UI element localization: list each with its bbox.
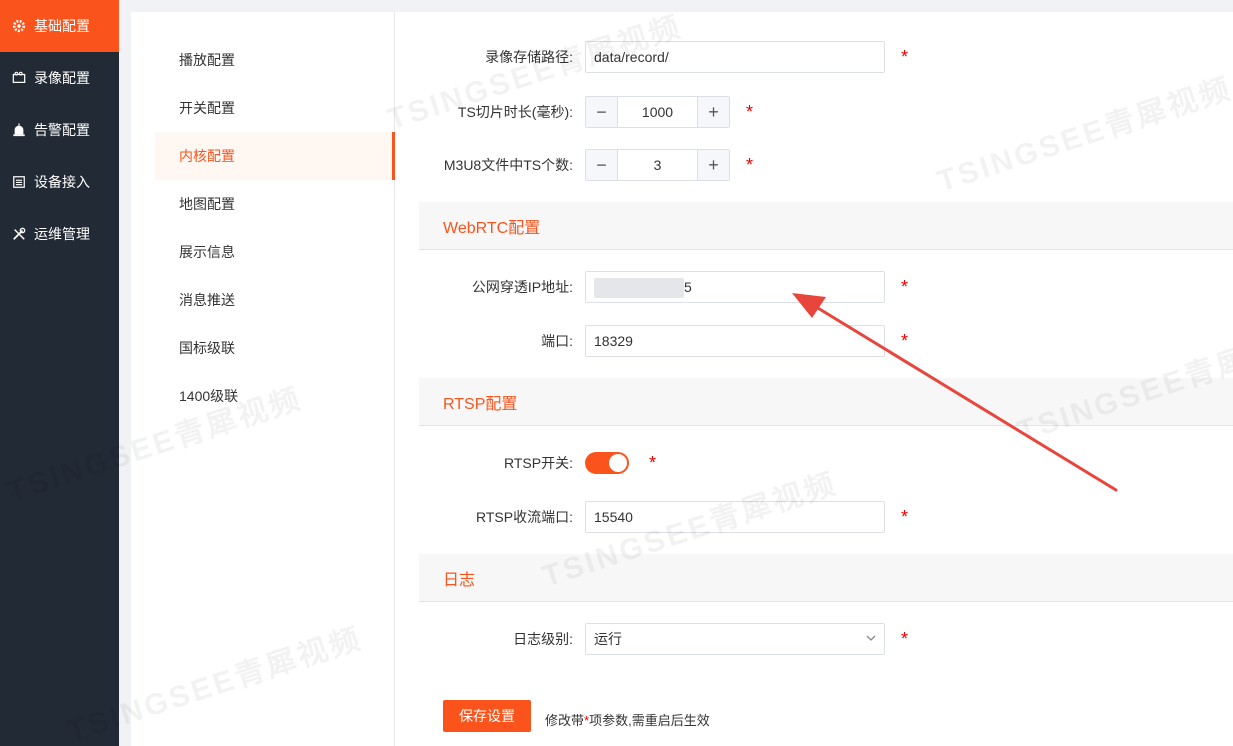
m3u8-count-row: M3U8文件中TS个数: − 3 + * — [419, 149, 1233, 181]
rtsp-port-label: RTSP收流端口: — [476, 509, 573, 525]
redacted-ip-mask — [594, 278, 684, 298]
rtsp-toggle[interactable] — [585, 452, 629, 474]
rtsp-switch-row: RTSP开关: * — [419, 447, 1233, 479]
sidebar-item-label: 告警配置 — [34, 122, 90, 138]
required-mark: * — [746, 102, 754, 122]
ts-duration-input[interactable]: 1000 — [618, 97, 697, 127]
sidebar-item-basic-config[interactable]: 基础配置 — [0, 0, 119, 52]
config-panel: 播放配置 开关配置 内核配置 地图配置 展示信息 消息推送 国标级联 1400级… — [131, 12, 1233, 746]
port-row: 端口: 18329 * — [419, 325, 1233, 357]
device-icon — [12, 175, 26, 189]
submenu-item-display-info[interactable]: 展示信息 — [155, 228, 394, 276]
rtsp-switch-label: RTSP开关: — [504, 455, 573, 471]
ts-duration-row: TS切片时长(毫秒): − 1000 + * — [419, 96, 1233, 128]
required-mark: * — [901, 507, 909, 527]
sidebar-item-device-access[interactable]: 设备接入 — [0, 156, 119, 208]
log-section-header: 日志 — [419, 554, 1233, 602]
webrtc-section-header: WebRTC配置 — [419, 202, 1233, 250]
public-ip-value: 5 — [684, 279, 692, 295]
log-level-row: 日志级别: 运行 * — [419, 623, 1233, 655]
hint-prefix: 修改带 — [545, 713, 585, 728]
required-mark: * — [746, 155, 754, 175]
required-mark: * — [901, 629, 909, 649]
decrement-button[interactable]: − — [586, 97, 618, 127]
rtsp-port-row: RTSP收流端口: 15540 * — [419, 501, 1233, 533]
alarm-icon — [12, 123, 26, 137]
save-settings-button[interactable]: 保存设置 — [443, 700, 531, 732]
chevron-down-icon — [866, 632, 876, 646]
sidebar-item-label: 录像配置 — [34, 70, 90, 86]
rtsp-section-header: RTSP配置 — [419, 378, 1233, 426]
required-mark: * — [649, 453, 657, 473]
port-input[interactable]: 18329 — [585, 325, 885, 357]
config-submenu: 播放配置 开关配置 内核配置 地图配置 展示信息 消息推送 国标级联 1400级… — [131, 12, 395, 746]
record-path-input[interactable]: data/record/ — [585, 41, 885, 73]
restart-hint: 修改带*项参数,需重启后生效 — [545, 710, 710, 729]
public-ip-label: 公网穿透IP地址: — [471, 279, 573, 295]
gear-icon — [12, 19, 26, 33]
log-level-label: 日志级别: — [513, 631, 573, 647]
video-icon — [12, 71, 26, 85]
required-mark: * — [901, 331, 909, 351]
port-label: 端口: — [541, 333, 573, 349]
log-level-value: 运行 — [594, 631, 622, 647]
tools-icon — [12, 227, 26, 241]
submenu-item-1400-cascade[interactable]: 1400级联 — [155, 372, 394, 420]
ts-duration-stepper: − 1000 + — [585, 96, 730, 128]
ts-duration-label: TS切片时长(毫秒): — [457, 104, 573, 120]
submenu-item-play-config[interactable]: 播放配置 — [155, 36, 394, 84]
submenu-item-message-push[interactable]: 消息推送 — [155, 276, 394, 324]
record-path-label: 录像存储路径: — [485, 49, 573, 65]
submenu-item-switch-config[interactable]: 开关配置 — [155, 84, 394, 132]
sidebar-item-record-config[interactable]: 录像配置 — [0, 52, 119, 104]
required-mark: * — [901, 47, 909, 67]
rtsp-port-input[interactable]: 15540 — [585, 501, 885, 533]
submenu-item-gb-cascade[interactable]: 国标级联 — [155, 324, 394, 372]
decrement-button[interactable]: − — [586, 150, 618, 180]
sidebar-item-alarm-config[interactable]: 告警配置 — [0, 104, 119, 156]
increment-button[interactable]: + — [697, 97, 729, 127]
submenu-item-map-config[interactable]: 地图配置 — [155, 180, 394, 228]
log-level-select[interactable]: 运行 — [585, 623, 885, 655]
sidebar-item-label: 设备接入 — [34, 174, 90, 190]
kernel-config-form: 录像存储路径: data/record/ * TS切片时长(毫秒): − 100… — [419, 12, 1233, 746]
toggle-knob — [609, 454, 627, 472]
public-ip-input[interactable]: 5 — [585, 271, 885, 303]
sidebar-item-label: 基础配置 — [34, 18, 90, 34]
submenu-item-kernel-config[interactable]: 内核配置 — [155, 132, 395, 180]
m3u8-count-stepper: − 3 + — [585, 149, 730, 181]
increment-button[interactable]: + — [697, 150, 729, 180]
sidebar-item-ops-management[interactable]: 运维管理 — [0, 208, 119, 260]
m3u8-count-label: M3U8文件中TS个数: — [443, 157, 573, 173]
public-ip-row: 公网穿透IP地址: 5 * — [419, 271, 1233, 303]
hint-suffix: 项参数,需重启后生效 — [589, 713, 710, 728]
record-path-row: 录像存储路径: data/record/ * — [419, 41, 1233, 73]
sidebar-item-label: 运维管理 — [34, 226, 90, 242]
main-sidebar: 基础配置 录像配置 告警配置 设备接入 运维管理 — [0, 0, 119, 746]
m3u8-count-input[interactable]: 3 — [618, 150, 697, 180]
required-mark: * — [901, 277, 909, 297]
